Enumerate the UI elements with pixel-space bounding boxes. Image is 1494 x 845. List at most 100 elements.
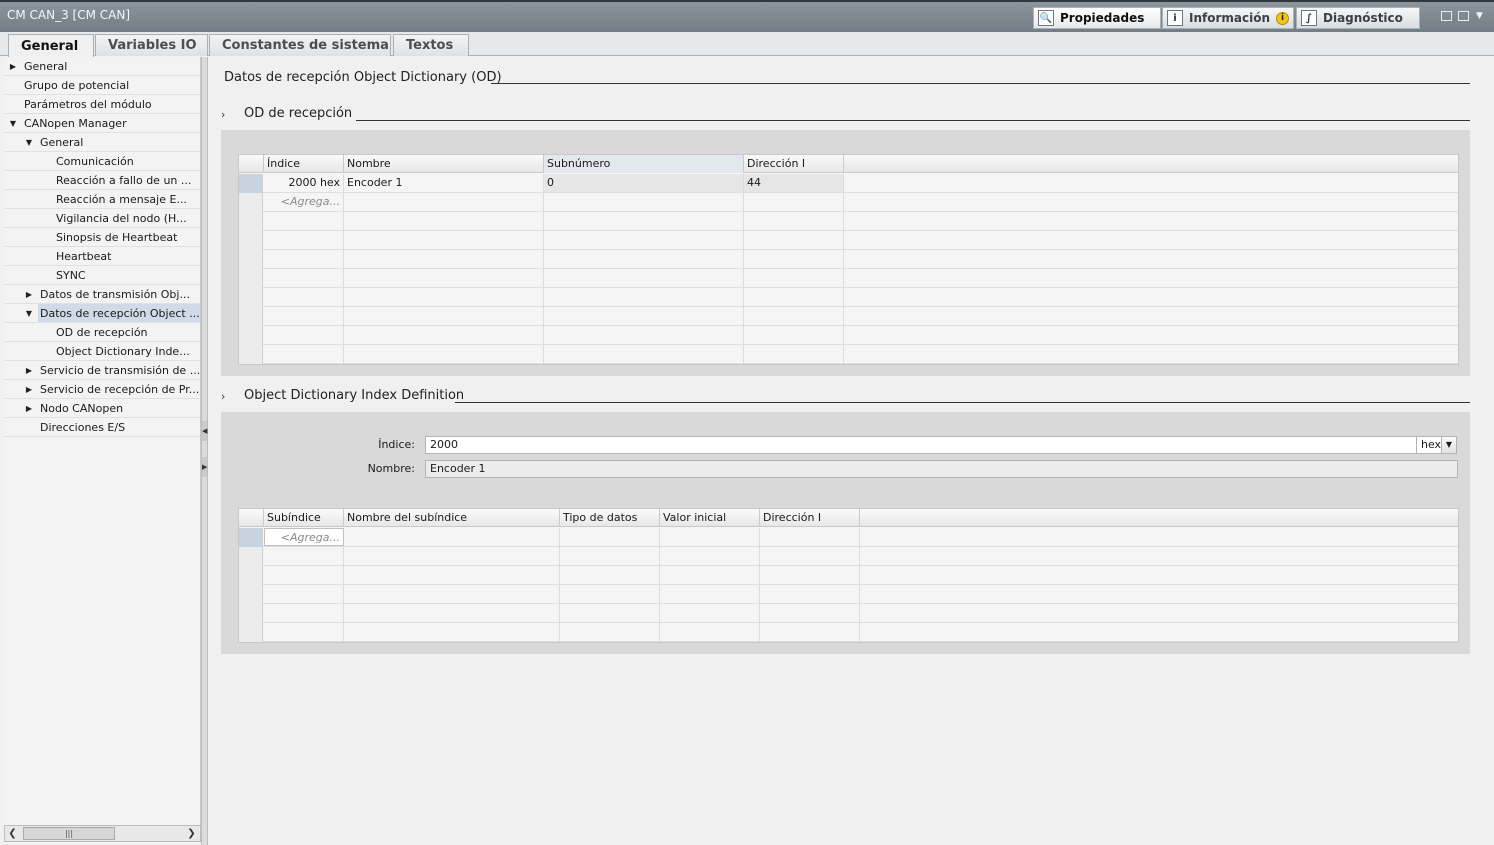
col-subindex[interactable]: Subíndice	[264, 509, 344, 527]
tree-item[interactable]: Parámetros del módulo	[4, 95, 200, 114]
table-cell[interactable]: Encoder 1	[344, 174, 544, 192]
row-header[interactable]	[239, 288, 263, 307]
table-cell[interactable]: 44	[744, 174, 844, 192]
tab-general[interactable]: General	[8, 34, 94, 57]
restore-window-icon[interactable]	[1458, 11, 1469, 21]
table-cell[interactable]	[560, 604, 660, 622]
collapsed-arrow-icon[interactable]: ▶	[24, 285, 34, 303]
table-cell[interactable]	[744, 250, 844, 268]
tree-item[interactable]: OD de recepción	[4, 323, 200, 342]
table-cell[interactable]	[344, 566, 560, 584]
row-header[interactable]	[239, 250, 263, 269]
table-cell[interactable]	[264, 212, 344, 230]
table-cell[interactable]	[544, 250, 744, 268]
table-cell[interactable]	[560, 585, 660, 603]
table-cell[interactable]	[264, 307, 344, 325]
tree-item[interactable]: Direcciones E/S	[4, 418, 200, 437]
table-cell[interactable]	[760, 566, 860, 584]
row-header[interactable]	[239, 212, 263, 231]
row-header[interactable]	[239, 193, 263, 212]
collapsed-arrow-icon[interactable]: ▶	[8, 57, 18, 75]
table-cell[interactable]	[744, 345, 844, 363]
expanded-arrow-icon[interactable]: ▼	[24, 304, 34, 322]
collapse-left-icon[interactable]: ◀	[202, 421, 207, 441]
table-row[interactable]	[239, 269, 1458, 288]
row-header[interactable]	[239, 269, 263, 288]
table-cell[interactable]	[660, 566, 760, 584]
tree-item[interactable]: Object Dictionary Inde...	[4, 342, 200, 361]
scroll-right-icon[interactable]: ❯	[184, 826, 199, 841]
row-header[interactable]	[239, 174, 263, 193]
table-cell[interactable]	[344, 212, 544, 230]
table-cell[interactable]	[744, 231, 844, 249]
row-header[interactable]	[239, 345, 263, 364]
table-cell[interactable]	[344, 193, 544, 211]
table-cell[interactable]	[544, 307, 744, 325]
float-window-icon[interactable]	[1441, 11, 1452, 21]
table-cell[interactable]	[544, 212, 744, 230]
col-subindex-name[interactable]: Nombre del subíndice	[344, 509, 560, 527]
table-cell[interactable]	[264, 585, 344, 603]
tree-item[interactable]: ▼ CANopen Manager	[4, 114, 200, 133]
table-cell[interactable]	[660, 528, 760, 546]
row-header[interactable]	[239, 547, 263, 566]
tree-item[interactable]: ▶ Nodo CANopen	[4, 399, 200, 418]
index-unit[interactable]: hex	[1416, 436, 1442, 454]
tab-variables-io[interactable]: Variables IO	[95, 34, 208, 56]
scrollbar-thumb[interactable]: |||	[23, 827, 115, 840]
table-row[interactable]	[239, 288, 1458, 307]
table-row[interactable]: 2000 hex Encoder 1 0 44	[239, 174, 1458, 193]
row-header[interactable]	[239, 585, 263, 604]
table-cell[interactable]	[264, 566, 344, 584]
table-cell[interactable]	[760, 528, 860, 546]
row-header[interactable]	[239, 528, 263, 547]
add-row-cell[interactable]: <Agrega...	[264, 528, 344, 546]
table-cell[interactable]	[760, 547, 860, 565]
tree-item[interactable]: SYNC	[4, 266, 200, 285]
table-cell[interactable]	[544, 193, 744, 211]
table-cell[interactable]: 0	[544, 174, 744, 192]
table-cell[interactable]	[660, 585, 760, 603]
table-cell[interactable]	[544, 288, 744, 306]
table-cell[interactable]	[544, 231, 744, 249]
table-row[interactable]	[239, 212, 1458, 231]
tab-diagnostics[interactable]: ∫ Diagnóstico	[1296, 7, 1420, 29]
table-cell[interactable]	[344, 231, 544, 249]
table-cell[interactable]	[744, 288, 844, 306]
row-header[interactable]	[239, 623, 263, 642]
tree-item[interactable]: ▼ General	[4, 133, 200, 152]
expand-right-icon[interactable]: ▶	[202, 457, 207, 477]
table-cell[interactable]	[344, 604, 560, 622]
scroll-left-icon[interactable]: ❮	[5, 826, 20, 841]
chevron-down-icon[interactable]: ▼	[1476, 11, 1483, 21]
table-cell[interactable]	[744, 269, 844, 287]
table-cell[interactable]	[744, 307, 844, 325]
tree-item[interactable]: ▼ Datos de recepción Object ...	[4, 304, 200, 323]
table-cell[interactable]	[560, 528, 660, 546]
table-cell[interactable]	[264, 623, 344, 641]
tree-item[interactable]: ▶ Servicio de transmisión de ...	[4, 361, 200, 380]
table-cell[interactable]	[344, 547, 560, 565]
table-cell[interactable]	[744, 193, 844, 211]
tree-item[interactable]: Reacción a fallo de un ...	[4, 171, 200, 190]
table-row[interactable]	[239, 231, 1458, 250]
table-cell[interactable]	[344, 269, 544, 287]
table-cell[interactable]	[344, 528, 560, 546]
table-row[interactable]	[239, 250, 1458, 269]
table-cell[interactable]	[264, 288, 344, 306]
tree-item[interactable]: Vigilancia del nodo (H...	[4, 209, 200, 228]
table-row[interactable]	[239, 326, 1458, 345]
expanded-arrow-icon[interactable]: ▼	[8, 114, 18, 132]
section-collapse-icon[interactable]: ›	[221, 108, 225, 121]
unit-dropdown-icon[interactable]: ▼	[1441, 436, 1457, 454]
collapsed-arrow-icon[interactable]: ▶	[24, 399, 34, 417]
table-cell[interactable]	[264, 604, 344, 622]
table-cell[interactable]	[344, 623, 560, 641]
tab-system-constants[interactable]: Constantes de sistema	[209, 34, 391, 56]
table-row[interactable]	[239, 307, 1458, 326]
table-cell[interactable]	[660, 623, 760, 641]
col-initial-value[interactable]: Valor inicial	[660, 509, 760, 527]
table-cell[interactable]	[344, 288, 544, 306]
table-cell[interactable]	[760, 604, 860, 622]
row-header[interactable]	[239, 231, 263, 250]
